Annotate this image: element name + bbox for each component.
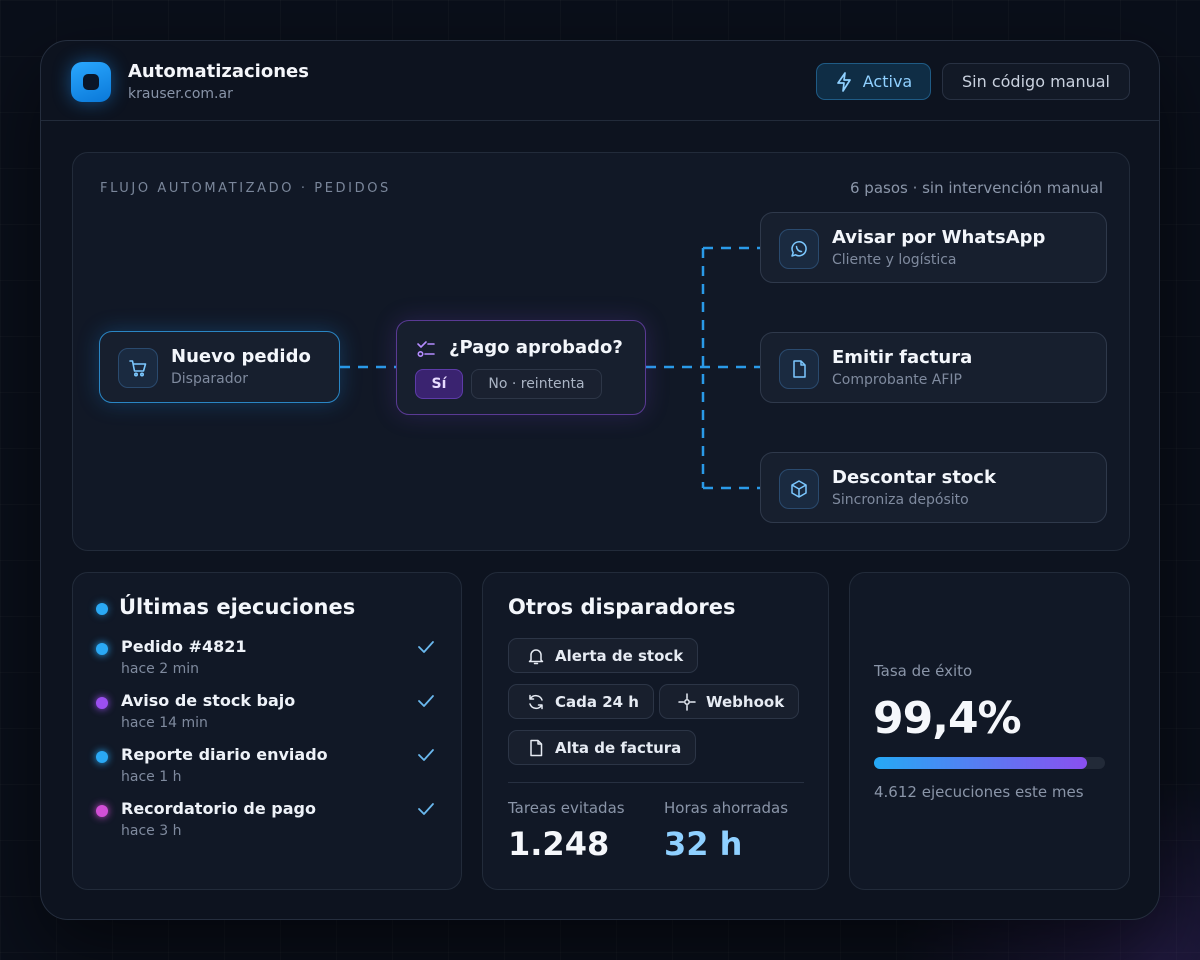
status-dot bbox=[96, 603, 108, 615]
whatsapp-icon bbox=[779, 229, 819, 269]
execution-time: hace 2 min bbox=[121, 661, 199, 677]
check-icon bbox=[418, 749, 434, 761]
stat-value-hours: 32 h bbox=[664, 825, 743, 863]
check-icon bbox=[418, 641, 434, 653]
action-node-subtitle: Sincroniza depósito bbox=[832, 492, 969, 508]
stat-value-tasks: 1.248 bbox=[508, 825, 610, 863]
app-header: Automatizaciones krauser.com.ar Activa S… bbox=[41, 41, 1159, 121]
stat-label-tasks: Tareas evitadas bbox=[508, 799, 625, 817]
no-code-button[interactable]: Sin código manual bbox=[942, 63, 1130, 100]
execution-name: Pedido #4821 bbox=[121, 637, 247, 656]
action-node-subtitle: Cliente y logística bbox=[832, 252, 957, 268]
action-node-title: Descontar stock bbox=[832, 467, 996, 488]
trigger-node-title: Nuevo pedido bbox=[171, 346, 311, 367]
trigger-chip-label: Webhook bbox=[706, 692, 785, 711]
trigger-chip-label: Alta de factura bbox=[555, 738, 682, 757]
app-title: Automatizaciones bbox=[128, 61, 309, 82]
app-domain: krauser.com.ar bbox=[128, 86, 233, 102]
success-rate-value: 99,4% bbox=[873, 693, 1022, 744]
action-node-whatsapp[interactable]: Avisar por WhatsApp Cliente y logística bbox=[760, 212, 1107, 283]
no-code-label: Sin código manual bbox=[962, 72, 1110, 91]
success-rate-bar bbox=[874, 757, 1105, 769]
active-status-label: Activa bbox=[862, 72, 913, 91]
bell-icon bbox=[528, 648, 544, 664]
decision-no-branch[interactable]: No · reintenta bbox=[471, 369, 602, 399]
trigger-chip-webhook[interactable]: Webhook bbox=[659, 684, 800, 719]
automations-window: Automatizaciones krauser.com.ar Activa S… bbox=[40, 40, 1160, 920]
check-icon bbox=[418, 803, 434, 815]
trigger-chip-label: Alerta de stock bbox=[555, 646, 684, 665]
execution-item[interactable]: Reporte diario enviado hace 1 h bbox=[73, 745, 461, 799]
refresh-icon bbox=[529, 694, 543, 709]
execution-status-dot bbox=[96, 805, 108, 817]
stats-divider bbox=[508, 782, 804, 783]
action-node-title: Emitir factura bbox=[832, 347, 973, 368]
trigger-node-subtitle: Disparador bbox=[171, 371, 248, 387]
execution-status-dot bbox=[96, 751, 108, 763]
action-node-subtitle: Comprobante AFIP bbox=[832, 372, 962, 388]
decision-yes-branch[interactable]: Sí bbox=[415, 369, 463, 399]
execution-time: hace 1 h bbox=[121, 769, 182, 785]
execution-status-dot bbox=[96, 643, 108, 655]
execution-item[interactable]: Recordatorio de pago hace 3 h bbox=[73, 799, 461, 853]
execution-time: hace 3 h bbox=[121, 823, 182, 839]
execution-name: Recordatorio de pago bbox=[121, 799, 316, 818]
action-node-title: Avisar por WhatsApp bbox=[832, 227, 1046, 248]
recent-executions-card: Últimas ejecuciones Pedido #4821 hace 2 … bbox=[72, 572, 462, 890]
trigger-chip-new-invoice[interactable]: Alta de factura bbox=[508, 730, 697, 765]
success-rate-note: 4.612 ejecuciones este mes bbox=[874, 783, 1084, 801]
webhook-icon bbox=[678, 692, 696, 711]
cart-icon bbox=[118, 348, 158, 388]
success-rate-bar-fill bbox=[874, 757, 1087, 769]
lightning-icon bbox=[836, 71, 851, 92]
execution-time: hace 14 min bbox=[121, 715, 208, 731]
other-triggers-card: Otros disparadores Alerta de stock Cada … bbox=[482, 572, 829, 890]
stat-label-hours: Horas ahorradas bbox=[664, 799, 789, 817]
active-status-button[interactable]: Activa bbox=[816, 63, 931, 100]
success-rate-label: Tasa de éxito bbox=[874, 662, 973, 680]
action-node-stock[interactable]: Descontar stock Sincroniza depósito bbox=[760, 452, 1107, 523]
branch-icon bbox=[417, 341, 435, 358]
action-node-invoice[interactable]: Emitir factura Comprobante AFIP bbox=[760, 332, 1107, 403]
decision-node-payment[interactable]: ¿Pago aprobado? Sí No · reintenta bbox=[396, 320, 646, 415]
trigger-node-new-order[interactable]: Nuevo pedido Disparador bbox=[99, 331, 340, 403]
trigger-chip-stock-alert[interactable]: Alerta de stock bbox=[508, 638, 699, 673]
document-icon bbox=[779, 349, 819, 389]
app-logo bbox=[71, 62, 111, 102]
execution-status-dot bbox=[96, 697, 108, 709]
success-rate-card: Tasa de éxito 99,4% 4.612 ejecuciones es… bbox=[849, 572, 1130, 890]
check-icon bbox=[418, 695, 434, 707]
flow-panel: FLUJO AUTOMATIZADO · PEDIDOS 6 pasos · s… bbox=[72, 152, 1130, 551]
execution-name: Reporte diario enviado bbox=[121, 745, 328, 764]
trigger-chip-label: Cada 24 h bbox=[555, 692, 639, 711]
triggers-title: Otros disparadores bbox=[508, 595, 736, 619]
executions-title: Últimas ejecuciones bbox=[119, 595, 356, 619]
trigger-chip-every-24h[interactable]: Cada 24 h bbox=[508, 684, 654, 719]
execution-item[interactable]: Pedido #4821 hace 2 min bbox=[73, 637, 461, 691]
execution-name: Aviso de stock bajo bbox=[121, 691, 296, 710]
box-icon bbox=[779, 469, 819, 509]
decision-node-title: ¿Pago aprobado? bbox=[449, 337, 623, 358]
document-icon bbox=[530, 739, 543, 756]
execution-item[interactable]: Aviso de stock bajo hace 14 min bbox=[73, 691, 461, 745]
